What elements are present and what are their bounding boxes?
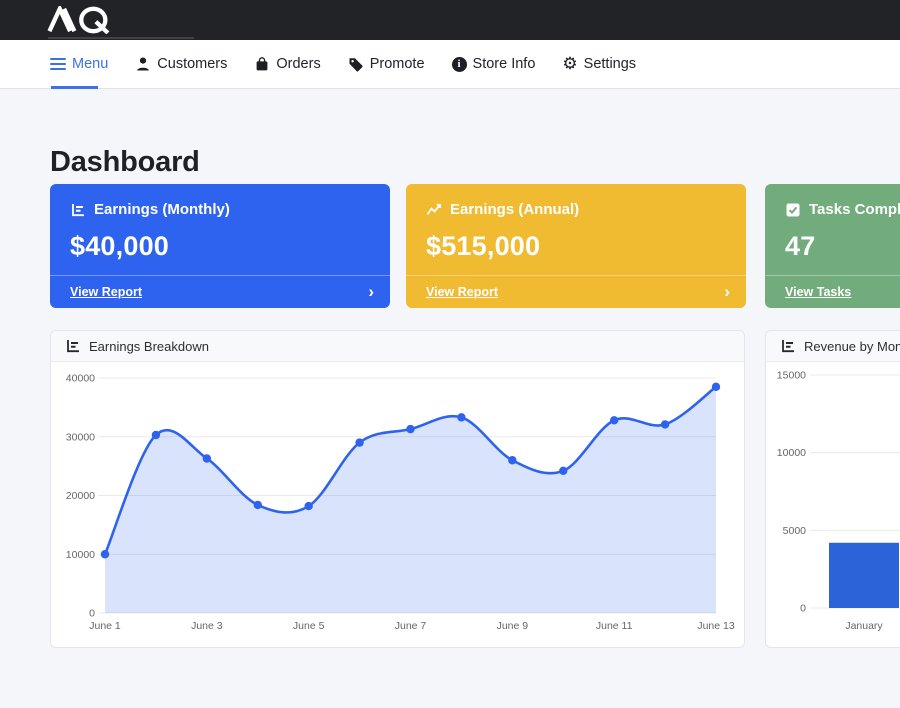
svg-text:30000: 30000 [66, 431, 95, 443]
svg-text:June 1: June 1 [89, 620, 121, 632]
revenue-by-month-chart[interactable]: 0 5000 10000 15000 January [766, 362, 900, 648]
tag-icon [348, 56, 364, 72]
active-nav-indicator [51, 86, 98, 89]
nav-label: Settings [584, 56, 636, 72]
hamburger-icon [50, 55, 66, 73]
stat-card-value: 47 [785, 231, 900, 262]
view-tasks-link[interactable]: View Tasks [785, 285, 851, 299]
svg-text:5000: 5000 [783, 525, 807, 537]
info-circle-icon: i [452, 57, 467, 72]
chevron-right-icon[interactable]: › [368, 283, 374, 300]
svg-text:June 9: June 9 [497, 620, 529, 632]
gear-icon: ⚙ [562, 56, 577, 72]
stat-card-title: Earnings (Annual) [450, 201, 579, 218]
nav-label: Customers [157, 56, 227, 72]
revenue-by-month-card: Revenue by Month 0 5000 10000 15000 January [765, 330, 900, 648]
stat-card-footer: View Tasks › [765, 275, 900, 308]
person-icon [135, 56, 151, 72]
chart-title: Earnings Breakdown [89, 339, 209, 354]
brand-logo-icon[interactable] [46, 6, 132, 39]
nav-item-menu[interactable]: Menu [50, 55, 108, 73]
stat-card-earnings-monthly: Earnings (Monthly) $40,000 View Report › [50, 184, 390, 308]
stat-card-footer: View Report › [406, 275, 746, 308]
nav-item-promote[interactable]: Promote [348, 56, 425, 72]
view-report-link[interactable]: View Report [70, 285, 142, 299]
chevron-right-icon[interactable]: › [724, 283, 730, 300]
stat-card-earnings-annual: Earnings (Annual) $515,000 View Report › [406, 184, 746, 308]
view-report-link[interactable]: View Report [426, 285, 498, 299]
stat-card-value: $515,000 [426, 231, 726, 262]
svg-text:15000: 15000 [777, 370, 806, 382]
svg-text:0: 0 [800, 603, 806, 615]
chart-card-header: Revenue by Month [766, 331, 900, 362]
earnings-breakdown-card: Earnings Breakdown 0 10000 20000 30000 40000… [50, 330, 745, 648]
svg-text:10000: 10000 [66, 549, 95, 561]
svg-text:June 3: June 3 [191, 620, 223, 632]
nav-item-customers[interactable]: Customers [135, 56, 227, 72]
stat-card-value: $40,000 [70, 231, 370, 262]
topbar [0, 0, 900, 40]
svg-text:June 5: June 5 [293, 620, 325, 632]
bag-icon [254, 56, 270, 72]
check-square-icon [785, 202, 801, 218]
svg-text:June 11: June 11 [596, 620, 633, 632]
nav-label: Menu [72, 56, 108, 72]
stat-card-title: Earnings (Monthly) [94, 201, 230, 218]
bar-chart-steps-icon [780, 338, 796, 354]
nav-label: Orders [276, 56, 320, 72]
chart-title: Revenue by Month [804, 339, 900, 354]
bar-chart-steps-icon [65, 338, 81, 354]
svg-text:10000: 10000 [777, 447, 806, 459]
bar-chart-steps-icon [70, 202, 86, 218]
svg-text:June 7: June 7 [395, 620, 427, 632]
svg-text:June 13: June 13 [697, 620, 735, 632]
stat-card-tasks-completed: Tasks Completed 47 View Tasks › [765, 184, 900, 308]
svg-text:20000: 20000 [66, 490, 95, 502]
chart-card-header: Earnings Breakdown [51, 331, 744, 362]
nav-label: Promote [370, 56, 425, 72]
nav-item-orders[interactable]: Orders [254, 56, 320, 72]
logo-underline [48, 37, 194, 39]
stat-card-footer: View Report › [50, 275, 390, 308]
page-title: Dashboard [50, 146, 200, 179]
svg-text:0: 0 [89, 608, 95, 620]
nav-label: Store Info [473, 56, 536, 72]
line-chart-icon [426, 202, 442, 218]
svg-text:40000: 40000 [66, 373, 95, 385]
nav-item-store-info[interactable]: i Store Info [452, 56, 536, 72]
earnings-breakdown-chart[interactable]: 0 10000 20000 30000 40000 June 1 June 3 June 5 J… [51, 362, 744, 648]
svg-text:January: January [845, 620, 883, 632]
main-nav: Menu Customers Orders Promote i Store In… [0, 40, 900, 89]
stat-card-title: Tasks Completed [809, 201, 900, 218]
nav-item-settings[interactable]: ⚙ Settings [562, 56, 636, 72]
